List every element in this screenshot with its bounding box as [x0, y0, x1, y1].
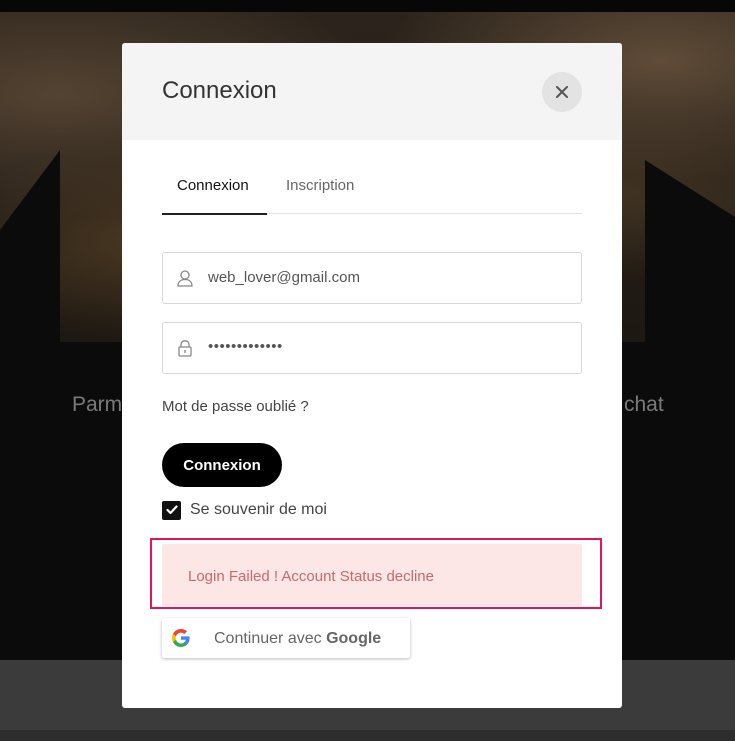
remember-checkbox[interactable] [162, 500, 181, 520]
login-button[interactable]: Connexion [162, 443, 282, 487]
google-label-prefix: Continuer avec [214, 630, 322, 647]
close-icon [556, 86, 568, 98]
remember-me: Se souvenir de moi [162, 499, 327, 521]
user-icon [177, 270, 193, 287]
tab-inscription[interactable]: Inscription [286, 178, 354, 214]
lock-icon [178, 340, 192, 357]
hero-text-right: chat [624, 393, 664, 416]
email-value: web_lover@gmail.com [208, 269, 360, 286]
google-label: Continuer avec Google [214, 630, 381, 648]
email-field[interactable]: web_lover@gmail.com [162, 252, 582, 304]
remember-label: Se souvenir de moi [190, 501, 327, 518]
tab-connexion[interactable]: Connexion [162, 178, 267, 215]
auth-tabs: Connexion Inscription [162, 178, 582, 215]
hero-text-left: Parm [72, 393, 123, 416]
password-value: ••••••••••••• [208, 338, 283, 355]
footer-strip [0, 730, 735, 741]
forgot-password-link[interactable]: Mot de passe oublié ? [162, 398, 309, 415]
google-icon [172, 629, 190, 647]
error-highlight-outline [150, 538, 602, 609]
password-field[interactable]: ••••••••••••• [162, 322, 582, 374]
modal-header: Connexion [122, 43, 622, 140]
checkmark-icon [165, 505, 178, 515]
top-bar [0, 0, 735, 12]
close-button[interactable] [542, 72, 582, 112]
modal-title: Connexion [162, 77, 277, 104]
login-modal: Connexion Connexion Inscription web_love… [122, 43, 622, 708]
google-signin-button[interactable]: Continuer avec Google [162, 618, 410, 658]
google-label-brand: Google [326, 630, 382, 647]
